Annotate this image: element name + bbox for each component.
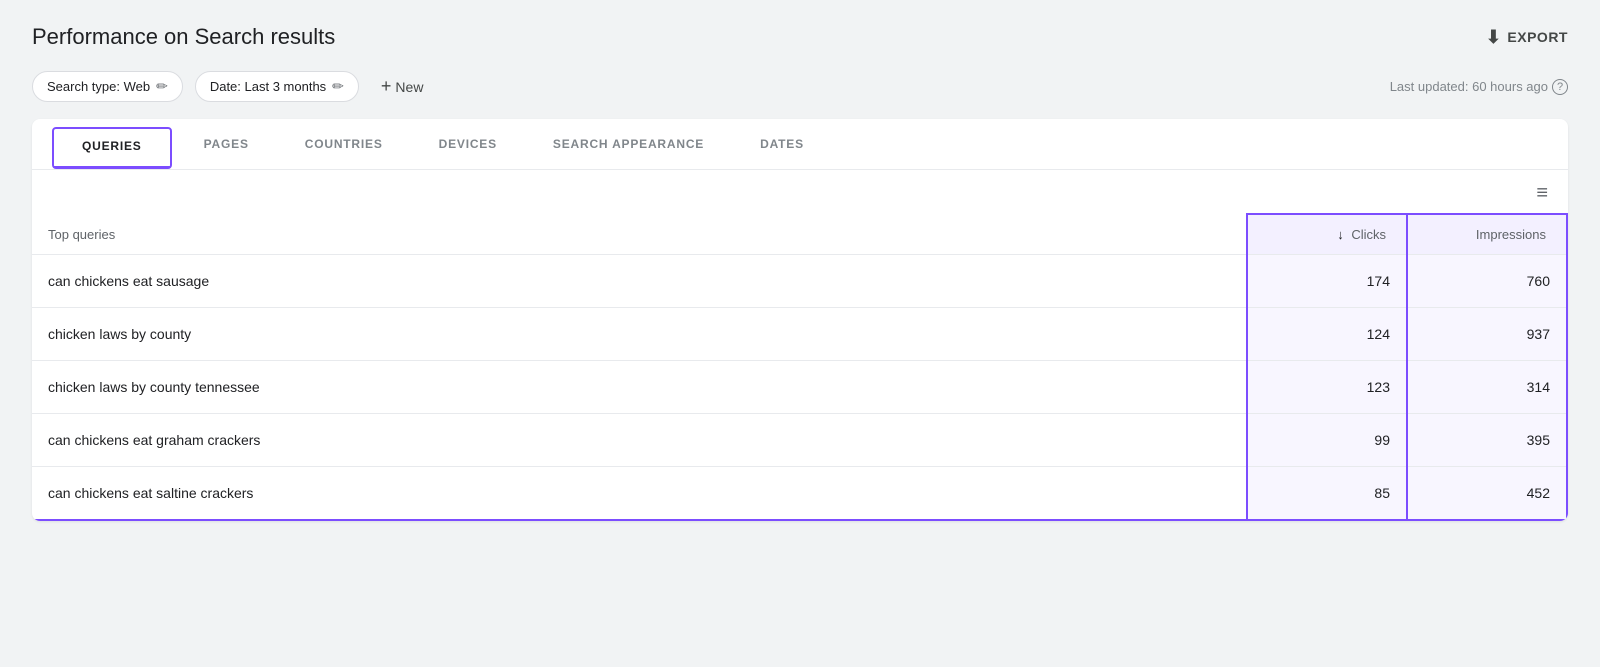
export-label: EXPORT [1507,29,1568,45]
query-cell: chicken laws by county tennessee [32,361,1247,414]
table-body: can chickens eat sausage 174 760 chicken… [32,255,1567,521]
main-card: QUERIES PAGES COUNTRIES DEVICES SEARCH A… [32,119,1568,521]
query-cell: can chickens eat graham crackers [32,414,1247,467]
table-row: can chickens eat sausage 174 760 [32,255,1567,308]
col-header-query: Top queries [32,214,1247,255]
queries-table: Top queries ↓ Clicks Impressions can chi… [32,213,1568,521]
table-row: can chickens eat saltine crackers 85 452 [32,467,1567,521]
search-type-label: Search type: Web [47,79,150,94]
last-updated: Last updated: 60 hours ago ? [1390,79,1568,95]
tab-pages[interactable]: PAGES [176,119,277,169]
tab-navigation: QUERIES PAGES COUNTRIES DEVICES SEARCH A… [32,119,1568,170]
table-header-row: Top queries ↓ Clicks Impressions [32,214,1567,255]
tab-countries[interactable]: COUNTRIES [277,119,411,169]
table-row: chicken laws by county tennessee 123 314 [32,361,1567,414]
page-title: Performance on Search results [32,24,335,50]
col-header-impressions[interactable]: Impressions [1407,214,1567,255]
clicks-cell: 174 [1247,255,1407,308]
clicks-cell: 123 [1247,361,1407,414]
col-header-clicks[interactable]: ↓ Clicks [1247,214,1407,255]
impressions-cell: 937 [1407,308,1567,361]
search-type-filter[interactable]: Search type: Web ✏ [32,71,183,102]
query-cell: can chickens eat sausage [32,255,1247,308]
table-row: chicken laws by county 124 937 [32,308,1567,361]
sort-arrow-icon: ↓ [1337,227,1344,242]
impressions-cell: 452 [1407,467,1567,521]
tab-devices[interactable]: DEVICES [411,119,525,169]
clicks-cell: 85 [1247,467,1407,521]
help-icon[interactable]: ? [1552,79,1568,95]
clicks-cell: 124 [1247,308,1407,361]
top-queries-label: Top queries [48,227,115,242]
clicks-column-label: Clicks [1351,227,1386,242]
table-row: can chickens eat graham crackers 99 395 [32,414,1567,467]
export-icon: ⬇ [1486,27,1502,48]
tab-queries[interactable]: QUERIES [52,127,172,169]
tab-dates[interactable]: DATES [732,119,832,169]
query-cell: can chickens eat saltine crackers [32,467,1247,521]
query-cell: chicken laws by county [32,308,1247,361]
search-type-edit-icon: ✏ [156,78,168,95]
date-label: Date: Last 3 months [210,79,326,94]
export-button[interactable]: ⬇ EXPORT [1486,27,1568,48]
date-filter[interactable]: Date: Last 3 months ✏ [195,71,359,102]
table-filter-button[interactable]: ≡ [1536,182,1548,205]
filters-bar: Search type: Web ✏ Date: Last 3 months ✏… [32,70,433,103]
impressions-cell: 760 [1407,255,1567,308]
date-edit-icon: ✏ [332,78,344,95]
new-button[interactable]: + New [371,70,434,103]
plus-icon: + [381,76,392,97]
impressions-cell: 395 [1407,414,1567,467]
impressions-cell: 314 [1407,361,1567,414]
table-toolbar: ≡ [32,170,1568,213]
impressions-column-label: Impressions [1476,227,1546,242]
new-label: New [395,79,423,95]
tab-search-appearance[interactable]: SEARCH APPEARANCE [525,119,732,169]
filter-icon: ≡ [1536,182,1548,205]
clicks-cell: 99 [1247,414,1407,467]
